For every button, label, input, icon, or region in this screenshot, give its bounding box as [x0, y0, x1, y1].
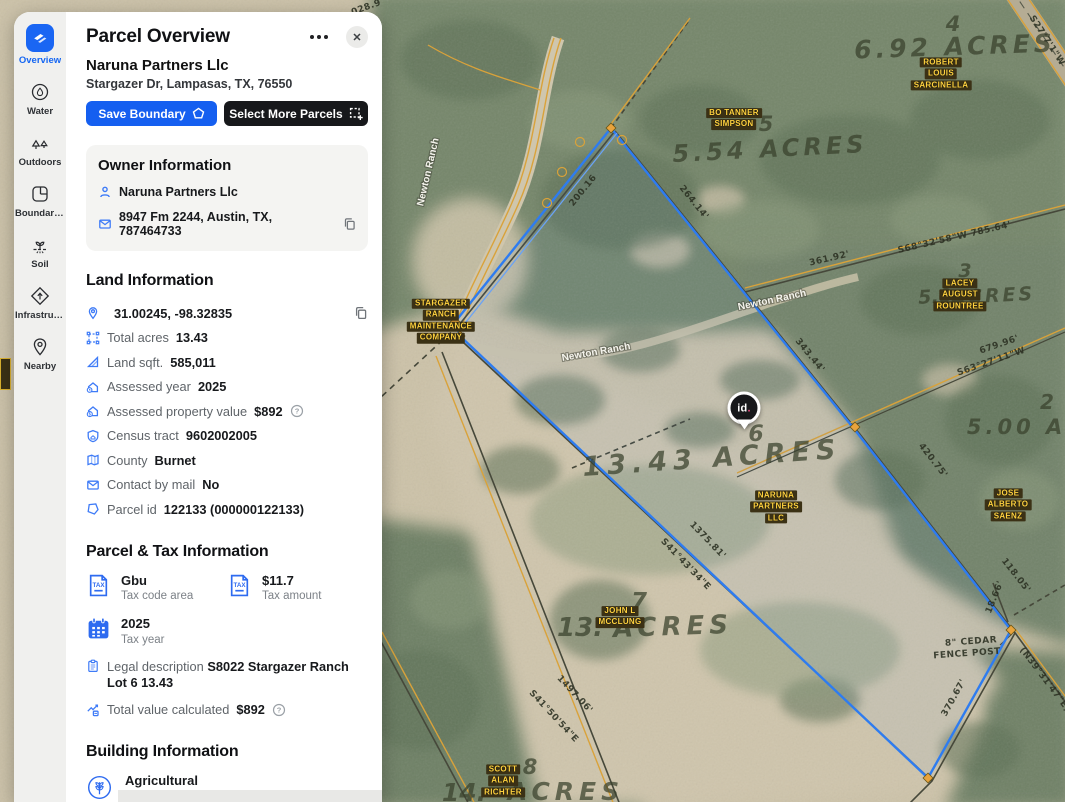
svg-text:2: 2	[1040, 390, 1054, 414]
parcel-address: Stargazer Dr, Lampasas, TX, 76550	[86, 77, 368, 91]
panel-content: Parcel Overview ✕ Naruna Partners Llc St…	[66, 12, 382, 802]
tax-grid: TAX GbuTax code area TAX $11.7Tax amount…	[86, 573, 368, 646]
mailing-address-value: 8947 Fm 2244, Austin, TX, 787464733	[119, 210, 329, 238]
overview-icon	[26, 24, 54, 52]
owner-information-card: Owner Information Naruna Partners Llc 89…	[86, 145, 368, 251]
coordinates-row: 31.00245, -98.32835	[86, 301, 368, 326]
parcel-id-row: Parcel id122133 (000000122133)	[86, 497, 368, 522]
census-tract-row: Census tract9602002005	[86, 424, 368, 449]
trees-icon	[29, 132, 51, 154]
sidebar-item-soil[interactable]: Soil	[29, 234, 51, 270]
parcel-tax-heading: Parcel & Tax Information	[86, 543, 368, 561]
tax-document-icon: TAX	[86, 573, 111, 598]
assessed-property-value-row: $ Assessed property value$892 ?	[86, 399, 368, 424]
sidebar-item-nearby[interactable]: Nearby	[24, 336, 56, 372]
house-badge-icon	[86, 429, 100, 443]
owner-label-john-l-mcclung[interactable]: JOHN L MCCLUNG	[596, 606, 645, 628]
sidebar-item-infrastructure[interactable]: Infrastruc...	[15, 285, 65, 321]
owner-label-scott-alan-richter[interactable]: SCOTT ALAN RICHTER	[481, 764, 525, 797]
svg-text:TAX: TAX	[233, 582, 246, 589]
svg-text:8: 8	[523, 755, 538, 779]
page-title: Parcel Overview	[86, 26, 306, 48]
owner-label-bo-tanner-simpson[interactable]: BO TANNER SIMPSON	[706, 108, 762, 130]
help-icon[interactable]: ?	[290, 404, 304, 418]
tax-code-card: TAX GbuTax code area	[86, 573, 227, 603]
owner-name-value: Naruna Partners Llc	[119, 185, 238, 199]
selection-icon	[86, 331, 100, 345]
owner-info-heading: Owner Information	[98, 157, 356, 174]
parcel-pin[interactable]: id.	[728, 392, 761, 425]
svg-text:?: ?	[294, 407, 299, 416]
calendar-icon	[86, 616, 111, 641]
location-pin-icon	[86, 306, 100, 320]
svg-text:TAX: TAX	[92, 582, 105, 589]
county-map-icon	[86, 453, 100, 467]
infrastructure-icon	[29, 285, 51, 307]
house-clock-icon	[86, 380, 100, 394]
parcel-polygon-icon	[86, 502, 100, 516]
copy-icon[interactable]	[343, 217, 356, 231]
save-boundary-button[interactable]: Save Boundary	[86, 101, 217, 126]
tax-amount-card: TAX $11.7Tax amount	[227, 573, 368, 603]
county-row: CountyBurnet	[86, 448, 368, 473]
clipped-map-label	[0, 358, 11, 390]
land-information-heading: Land Information	[86, 272, 368, 290]
panel-footer-strip[interactable]	[118, 790, 382, 802]
tax-year-card: 2025Tax year	[86, 616, 227, 646]
nearby-pin-icon	[29, 336, 51, 358]
water-icon	[29, 81, 51, 103]
pin-tail	[737, 420, 751, 437]
contact-by-mail-row: Contact by mailNo	[86, 473, 368, 498]
svg-text:?: ?	[277, 706, 282, 715]
svg-text:14.: 14.	[442, 778, 486, 802]
owner-label-lacey-august-rountree[interactable]: LACEY AUGUST ROUNTREE	[933, 278, 986, 311]
select-more-parcels-button[interactable]: Select More Parcels	[224, 101, 368, 126]
total-value-calculated-row: Total value calculated$892 ?	[86, 698, 368, 723]
sidebar-item-water[interactable]: Water	[27, 81, 53, 117]
owner-label-jose-alberto-saenz[interactable]: JOSE ALBERTO SAENZ	[985, 488, 1032, 521]
building-information-heading: Building Information	[86, 743, 368, 761]
owner-label-stargazer-ranch[interactable]: STARGAZER RANCH MAINTENANCE COMPANY	[407, 299, 475, 344]
parcel-overview-card: Overview Water Outdoors Boundaries Soil …	[14, 12, 382, 802]
boundaries-icon	[29, 183, 51, 205]
person-icon	[98, 185, 112, 199]
land-information-rows: 31.00245, -98.32835 Total acres13.43 Lan…	[86, 301, 368, 522]
legal-description-row: Legal description S8022 Stargazer Ranch …	[86, 659, 368, 691]
land-sqft-row: Land sqft.585,011	[86, 350, 368, 375]
polygon-icon	[192, 107, 205, 120]
svg-text:5.00 AC: 5.00 AC	[967, 415, 1065, 439]
tax-document-icon: TAX	[227, 573, 252, 598]
house-dollar-icon: $	[86, 404, 100, 418]
assessed-year-row: Assessed year2025	[86, 375, 368, 400]
more-options-button[interactable]	[306, 31, 332, 43]
sidebar-item-overview[interactable]: Overview	[19, 24, 61, 66]
copy-icon[interactable]	[354, 306, 368, 320]
soil-icon	[29, 234, 51, 256]
owner-label-robert-louis-sarcinella[interactable]: ROBERT LOUIS SARCINELLA	[911, 57, 972, 90]
owner-label-naruna-partners-llc[interactable]: NARUNA PARTNERS LLC	[750, 490, 802, 523]
add-parcel-icon	[349, 107, 363, 121]
sidebar-item-boundaries[interactable]: Boundaries	[15, 183, 65, 219]
parcel-owner-name: Naruna Partners Llc	[86, 57, 368, 74]
clipboard-icon	[86, 659, 100, 673]
close-icon[interactable]: ✕	[346, 26, 368, 48]
tool-rail: Overview Water Outdoors Boundaries Soil …	[14, 12, 66, 802]
trend-calculator-icon	[86, 703, 100, 717]
mail-icon	[86, 478, 100, 492]
sidebar-item-outdoors[interactable]: Outdoors	[19, 132, 62, 168]
help-icon[interactable]: ?	[272, 703, 286, 717]
mail-icon	[98, 217, 112, 231]
area-ruler-icon	[86, 355, 100, 369]
agricultural-icon	[86, 774, 113, 801]
total-acres-row: Total acres13.43	[86, 326, 368, 351]
